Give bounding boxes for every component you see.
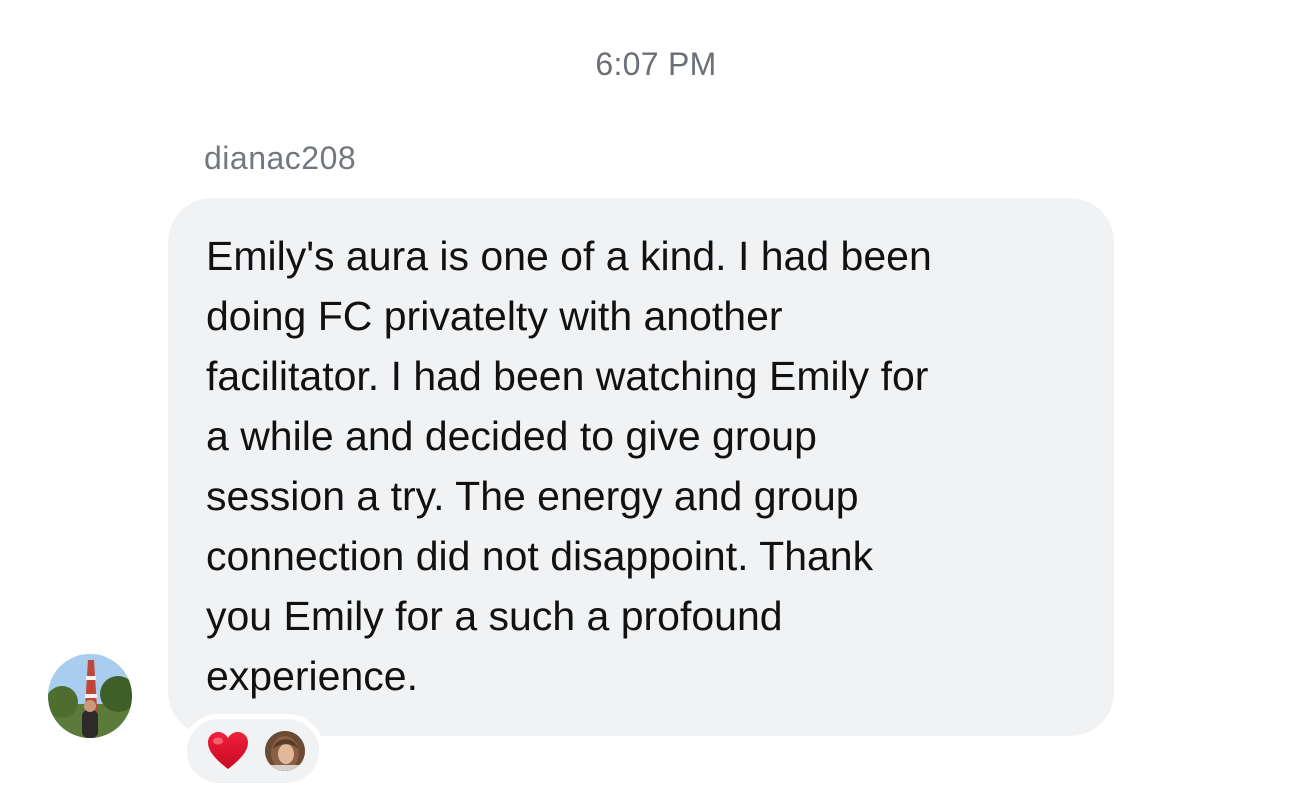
reactions-pill[interactable] bbox=[182, 714, 324, 788]
message-text: Emily's aura is one of a kind. I had bee… bbox=[206, 233, 932, 699]
heart-icon bbox=[205, 728, 251, 774]
sender-avatar[interactable] bbox=[48, 654, 132, 738]
reactor-avatar[interactable] bbox=[265, 731, 305, 771]
sender-username[interactable]: dianac208 bbox=[204, 140, 356, 177]
avatar-photo-icon bbox=[48, 654, 132, 738]
reactor-photo-icon bbox=[265, 731, 305, 771]
message-timestamp: 6:07 PM bbox=[595, 46, 717, 82]
message-bubble[interactable]: Emily's aura is one of a kind. I had bee… bbox=[168, 198, 1114, 736]
